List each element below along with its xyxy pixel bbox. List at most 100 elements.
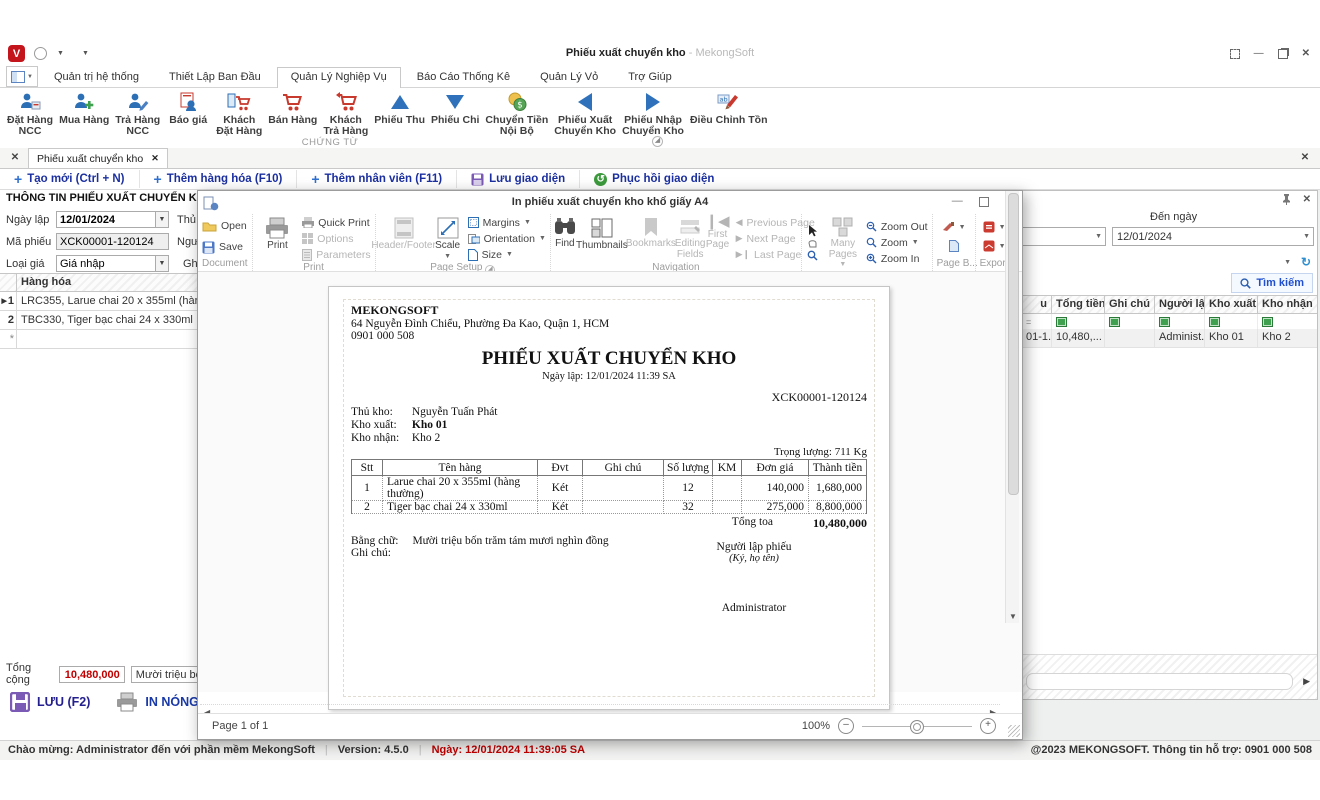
send-pdf-button[interactable]: ▼	[981, 239, 1008, 254]
chevron-down-icon[interactable]: ▼	[156, 255, 169, 272]
filter-icon[interactable]	[1109, 317, 1120, 327]
column-header[interactable]: Kho xuất	[1205, 296, 1258, 313]
close-icon[interactable]: ✕	[151, 153, 159, 164]
new-row[interactable]: *	[0, 330, 197, 349]
pin-icon[interactable]	[1282, 194, 1291, 205]
new-button[interactable]: + Tạo mới (Ctrl + N)	[0, 170, 139, 188]
maximize-icon[interactable]	[979, 197, 989, 207]
ribbon-button-dieu-chinh-ton[interactable]: ab Điều Chỉnh Tồn	[687, 89, 771, 137]
filter-icon[interactable]	[1056, 317, 1067, 327]
group-launcher-icon[interactable]: ◢	[485, 265, 495, 272]
zoom-out-button[interactable]: Zoom Out	[864, 219, 930, 234]
restore-layout-button[interactable]: ↺ Phục hồi giao diện	[579, 170, 728, 188]
tab-quan-tri-he-thong[interactable]: Quản trị hệ thống	[40, 67, 153, 87]
zoom-button[interactable]: Zoom▼	[864, 235, 930, 250]
group-launcher-icon[interactable]: ◢	[652, 136, 663, 147]
add-item-button[interactable]: + Thêm hàng hóa (F10)	[139, 170, 297, 188]
scrollbar-thumb[interactable]	[1008, 193, 1019, 495]
save-button[interactable]: LƯU (F2)	[10, 692, 90, 712]
column-header[interactable]: Kho nhận	[1258, 296, 1317, 313]
size-button[interactable]: Size▼	[466, 247, 548, 262]
horizontal-scrollbar[interactable]	[1026, 673, 1293, 690]
ribbon-button-khach-dat-hang[interactable]: Khách Đặt Hàng	[213, 89, 265, 137]
open-button[interactable]: Open	[200, 219, 249, 234]
zoom-in-button[interactable]: Zoom In	[864, 251, 930, 266]
column-header[interactable]: Người lập	[1155, 296, 1205, 313]
ribbon-button-phieu-chi[interactable]: Phiếu Chi	[428, 89, 482, 137]
refresh-icon[interactable]: ↻	[1301, 255, 1311, 269]
ribbon-button-khach-tra-hang[interactable]: Khách Trả Hàng	[320, 89, 371, 137]
resize-grip[interactable]	[1008, 725, 1020, 737]
header-footer-icon	[394, 217, 414, 239]
column-header[interactable]: Tổng tiền	[1052, 296, 1105, 313]
minimize-icon[interactable]: —	[1254, 48, 1264, 59]
page-color-button[interactable]	[947, 239, 961, 254]
chevron-down-icon[interactable]: ▼	[1284, 259, 1291, 266]
hand-icon[interactable]	[807, 238, 818, 249]
ngay-lap-input[interactable]	[56, 211, 156, 228]
magnifier-icon[interactable]	[807, 250, 818, 261]
ribbon-button-dat-hang-ncc[interactable]: Đặt Hàng NCC	[4, 89, 56, 137]
chevron-down-icon[interactable]: ▼	[156, 211, 169, 228]
ribbon-button-ban-hang[interactable]: Bán Hàng	[265, 89, 320, 137]
save-layout-button[interactable]: Lưu giao diện	[456, 170, 579, 188]
column-header[interactable]: u	[1022, 296, 1052, 313]
close-tab-left-icon[interactable]: ✕	[8, 151, 22, 165]
ma-phieu-input[interactable]	[56, 233, 169, 250]
close-panel-icon[interactable]: ✕	[1303, 194, 1311, 205]
close-icon[interactable]: ✕	[1302, 48, 1310, 59]
margins-button[interactable]: Margins▼	[466, 215, 548, 230]
ribbon-button-bao-gia[interactable]: Báo giá	[163, 89, 213, 137]
watermark-button[interactable]: ▼	[940, 220, 968, 235]
ribbon-button-mua-hang[interactable]: Mua Hàng	[56, 89, 112, 137]
chevron-down-icon: ▼	[959, 224, 966, 231]
ribbon-button-phieu-nhap-chuyen-kho[interactable]: Phiếu Nhập Chuyển Kho	[619, 89, 687, 137]
restore-icon[interactable]	[1278, 49, 1288, 59]
action-toolbar: + Tạo mới (Ctrl + N) + Thêm hàng hóa (F1…	[0, 169, 1320, 190]
close-tab-right-icon[interactable]: ✕	[1298, 151, 1312, 165]
filter-icon[interactable]	[1159, 317, 1170, 327]
find-button[interactable]: Find	[553, 215, 577, 262]
zoom-slider-thumb[interactable]	[910, 720, 924, 734]
orientation-button[interactable]: Orientation▼	[466, 231, 548, 246]
print-button[interactable]: Print	[255, 215, 301, 262]
vertical-scrollbar[interactable]: ▼	[1005, 191, 1019, 623]
export-pdf-button[interactable]: ▼	[981, 220, 1008, 235]
tab-bao-cao-thong-ke[interactable]: Báo Cáo Thống Kê	[403, 67, 524, 87]
from-date-combo[interactable]: ▼	[1018, 227, 1106, 246]
tab-tro-giup[interactable]: Trợ Giúp	[614, 67, 685, 87]
filter-icon[interactable]	[1262, 317, 1273, 327]
zoom-slider[interactable]	[862, 726, 972, 727]
save-button[interactable]: Save	[200, 240, 249, 255]
ribbon-button-phieu-thu[interactable]: Phiếu Thu	[371, 89, 428, 137]
zoom-in-button[interactable]: +	[980, 718, 996, 734]
scroll-right-icon[interactable]: ▶	[1303, 676, 1310, 687]
ribbon-layout-button[interactable]: ▼	[6, 66, 38, 87]
to-date-combo[interactable]: 12/01/2024 ▼	[1112, 227, 1314, 246]
search-button[interactable]: Tìm kiếm	[1231, 273, 1313, 293]
table-row[interactable]: ▶1 LRC355, Larue chai 20 x 355ml (hàng t…	[0, 292, 197, 311]
field-label: Loại giá	[6, 258, 56, 270]
column-header[interactable]: Ghi chú	[1105, 296, 1155, 313]
thumbnails-button[interactable]: Thumbnails	[577, 215, 627, 262]
ribbon-button-tra-hang-ncc[interactable]: Trả Hàng NCC	[112, 89, 163, 137]
tab-quan-ly-vo[interactable]: Quản Lý Vỏ	[526, 67, 612, 87]
table-row[interactable]: 2 TBC330, Tiger bạc chai 24 x 330ml	[0, 311, 197, 330]
zoom-out-button[interactable]: –	[838, 718, 854, 734]
table-row[interactable]: 01-1... 10,480,... Administ... Kho 01 Kh…	[1022, 329, 1317, 348]
scale-button[interactable]: Scale ▼	[430, 215, 466, 262]
watermark-icon	[942, 222, 955, 232]
pointer-icon[interactable]	[807, 224, 818, 237]
fit-window-icon[interactable]	[1230, 49, 1240, 59]
minimize-icon[interactable]: —	[952, 195, 963, 208]
filter-icon[interactable]	[1209, 317, 1220, 327]
tab-thiet-lap-ban-dau[interactable]: Thiết Lập Ban Đầu	[155, 67, 275, 87]
quick-print-button[interactable]: Quick Print	[300, 215, 372, 230]
add-employee-button[interactable]: + Thêm nhân viên (F11)	[296, 170, 456, 188]
ribbon-button-phieu-xuat-chuyen-kho[interactable]: Phiếu Xuất Chuyển Kho	[551, 89, 619, 137]
loai-gia-input[interactable]	[56, 255, 156, 272]
doc-tab-phieu-xuat-chuyen-kho[interactable]: Phiếu xuất chuyển kho ✕	[28, 148, 168, 168]
scroll-down-icon[interactable]: ▼	[1009, 612, 1017, 621]
ribbon-button-chuyen-tien-noi-bo[interactable]: $ Chuyển Tiền Nội Bộ	[482, 89, 551, 137]
tab-quan-ly-nghiep-vu[interactable]: Quản Lý Nghiệp Vụ	[277, 67, 401, 88]
